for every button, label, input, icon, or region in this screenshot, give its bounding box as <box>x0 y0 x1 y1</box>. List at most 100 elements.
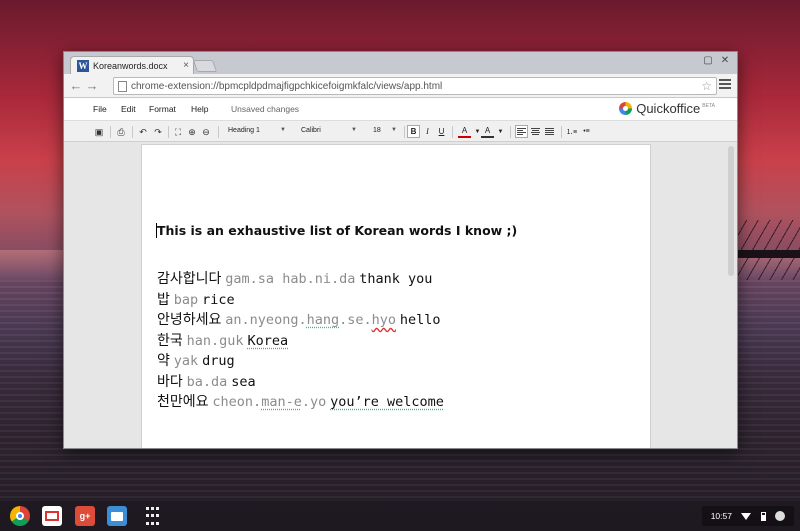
paragraph-style-value: Heading 1 <box>228 127 260 134</box>
brand-name: Quickoffice <box>636 101 701 116</box>
numbered-list-icon[interactable]: ⒈≡ <box>565 125 578 138</box>
align-left-button[interactable] <box>515 125 528 138</box>
romanization-part: an.nyeong. <box>225 312 307 328</box>
english-meaning: you’re welcome <box>330 394 444 410</box>
paragraph-style-select[interactable]: Heading 1 ▼ <box>228 127 286 134</box>
document-canvas[interactable]: This is an exhaustive list of Korean wor… <box>64 142 737 448</box>
list-item[interactable]: 약 yak drug <box>157 350 444 371</box>
align-justify-icon <box>545 127 554 136</box>
font-color-button[interactable]: A <box>458 125 471 138</box>
back-button[interactable]: ← <box>68 78 84 93</box>
browser-window: W Koreanwords.docx × ▢ ✕ ← → chrome-exte… <box>63 51 738 449</box>
undo-icon[interactable]: ↶ <box>137 126 149 138</box>
list-item[interactable]: 한국 han.guk Korea <box>157 330 444 351</box>
document-heading[interactable]: This is an exhaustive list of Korean wor… <box>156 223 517 238</box>
font-size-select[interactable]: 18 ▼ <box>373 127 397 134</box>
english-meaning: sea <box>231 373 256 390</box>
list-item[interactable]: 안녕하세요 an.nyeong.hang.se.hyo hello <box>157 309 444 330</box>
url-text[interactable]: chrome-extension://bpmcpldpdmajfigpchkic… <box>131 81 442 92</box>
menu-help[interactable]: Help <box>191 104 208 114</box>
list-item[interactable]: 천만에요 cheon.man-e.yo you’re welcome <box>157 391 444 412</box>
korean-word: 감사합니다 <box>157 271 222 287</box>
redo-icon[interactable]: ↷ <box>152 126 164 138</box>
quickoffice-app: File Edit Format Help Unsaved changes Qu… <box>64 98 737 448</box>
english-meaning: hello <box>399 312 441 328</box>
romanization: ba.da <box>186 373 228 390</box>
vertical-scrollbar[interactable] <box>727 142 735 448</box>
menu-format[interactable]: Format <box>149 104 176 114</box>
english-meaning: Korea <box>247 332 289 349</box>
chevron-down-icon: ▼ <box>351 127 357 133</box>
format-toolbar: ▣ ⎙ ↶ ↷ ⛶ ⊕ ⊖ Heading 1 ▼ Calibri ▼ 18 ▼ <box>64 120 737 142</box>
align-center-button[interactable] <box>529 125 542 138</box>
window-close-icon[interactable]: ✕ <box>718 55 732 66</box>
korean-word: 바다 <box>157 373 183 390</box>
font-size-value: 18 <box>373 127 381 134</box>
zoom-in-icon[interactable]: ⊕ <box>186 126 198 138</box>
save-icon[interactable]: ▣ <box>93 126 105 138</box>
battery-icon <box>760 511 766 521</box>
romanization-part: cheon. <box>212 394 262 410</box>
chrome-menu-icon[interactable] <box>719 79 731 91</box>
italic-button[interactable]: I <box>421 125 434 138</box>
address-bar[interactable]: chrome-extension://bpmcpldpdmajfigpchkic… <box>113 77 717 95</box>
english-meaning: rice <box>202 291 235 308</box>
bulleted-list-icon[interactable]: •≡ <box>580 125 593 138</box>
chrome-core <box>16 512 24 520</box>
gmail-icon[interactable] <box>42 506 62 526</box>
toolbar-separator <box>510 126 511 138</box>
toolbar-separator <box>404 126 405 138</box>
tab-koreanwords[interactable]: W Koreanwords.docx × <box>70 56 194 74</box>
toolbar-separator <box>132 126 133 138</box>
envelope-shape <box>45 511 59 521</box>
highlight-color-button[interactable]: A <box>481 125 494 138</box>
align-left-icon <box>517 127 526 136</box>
files-icon[interactable] <box>107 506 127 526</box>
menu-file[interactable]: File <box>93 104 107 114</box>
clock: 10:57 <box>710 511 732 521</box>
romanization: bap <box>173 291 199 308</box>
chevron-down-icon: ▼ <box>280 127 286 133</box>
toolbar-separator <box>452 126 453 138</box>
word-list[interactable]: 감사합니다 gam.sa hab.ni.da thank you 밥 bap r… <box>157 268 444 412</box>
font-family-select[interactable]: Calibri ▼ <box>301 127 357 134</box>
tab-title: Koreanwords.docx <box>93 60 168 71</box>
korean-word: 약 <box>157 353 170 369</box>
avatar <box>775 511 786 521</box>
romanization: gam.sa hab.ni.da <box>225 271 356 287</box>
korean-word: 안녕하세요 <box>157 312 222 328</box>
new-tab-button[interactable] <box>192 60 218 72</box>
english-meaning: drug <box>202 353 235 369</box>
close-icon[interactable]: × <box>179 60 193 71</box>
minimize-icon[interactable]: ▢ <box>701 55 715 66</box>
bookmark-star-icon[interactable]: ☆ <box>701 79 712 93</box>
romanization: yak <box>173 353 199 369</box>
romanization-part: hang <box>306 312 340 328</box>
status-tray[interactable]: 10:57 <box>702 506 794 526</box>
korean-word: 천만에요 <box>157 394 209 410</box>
romanization-part: man-e <box>261 394 302 410</box>
scrollbar-thumb[interactable] <box>728 146 734 276</box>
list-item[interactable]: 바다 ba.da sea <box>157 371 444 392</box>
list-item[interactable]: 밥 bap rice <box>157 289 444 310</box>
menu-edit[interactable]: Edit <box>121 104 136 114</box>
list-item[interactable]: 감사합니다 gam.sa hab.ni.da thank you <box>157 268 444 289</box>
fit-page-icon[interactable]: ⛶ <box>172 126 184 138</box>
document-page[interactable]: This is an exhaustive list of Korean wor… <box>141 144 651 448</box>
chevron-down-icon[interactable]: ▼ <box>494 125 507 138</box>
underline-button[interactable]: U <box>435 125 448 138</box>
english-meaning: thank you <box>359 271 433 287</box>
font-family-value: Calibri <box>301 127 321 134</box>
page-icon <box>118 80 127 92</box>
forward-button[interactable]: → <box>84 78 100 93</box>
zoom-out-icon[interactable]: ⊖ <box>200 126 212 138</box>
chrome-browser-icon[interactable] <box>10 506 30 526</box>
chevron-down-icon: ▼ <box>391 127 397 133</box>
print-icon[interactable]: ⎙ <box>115 126 127 138</box>
toolbar-separator <box>110 126 111 138</box>
app-launcher-icon[interactable] <box>142 506 162 526</box>
bold-button[interactable]: B <box>407 125 420 138</box>
align-justify-button[interactable] <box>543 125 556 138</box>
korean-word: 한국 <box>157 332 183 349</box>
google-plus-icon[interactable]: g+ <box>75 506 95 526</box>
